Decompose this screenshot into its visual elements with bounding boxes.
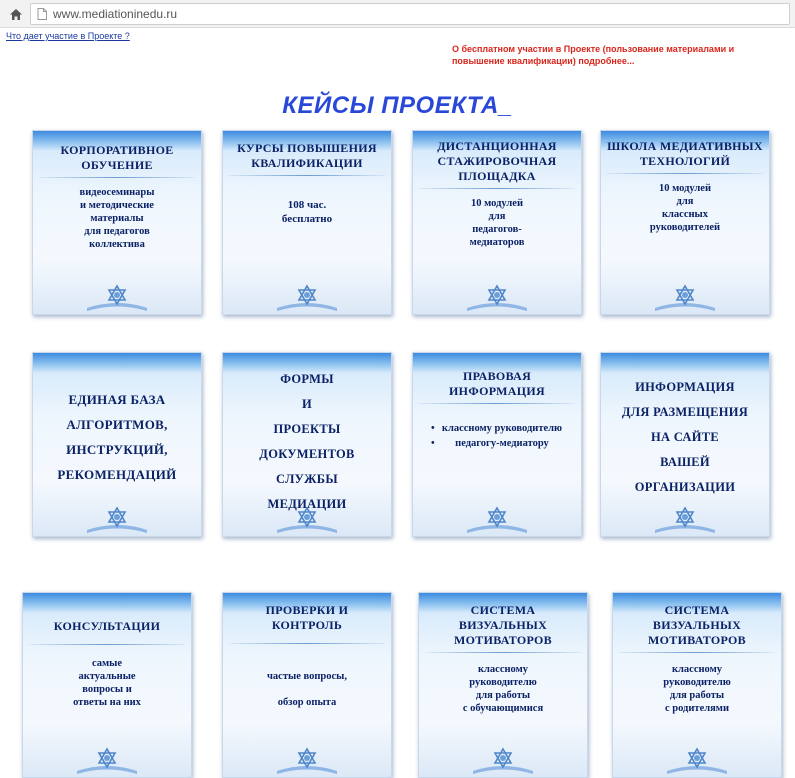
card-title: КОНСУЛЬТАЦИИ (53, 619, 161, 633)
book-emblem-icon (87, 284, 147, 311)
divider (425, 652, 581, 653)
card-text: частые вопросы, обзор опыта (267, 671, 347, 708)
book-emblem-icon (277, 284, 337, 311)
divider (229, 175, 385, 176)
card-title: ДИСТАНЦИОННАЯ СТАЖИРОВОЧНАЯ ПЛОЩАДКА (437, 139, 557, 183)
divider (419, 188, 575, 189)
card-corporate-training[interactable]: КОРПОРАТИВНОЕ ОБУЧЕНИЕ видеосеминары и ме… (32, 130, 202, 315)
card-distance-internship[interactable]: ДИСТАНЦИОННАЯ СТАЖИРОВОЧНАЯ ПЛОЩАДКА 10 … (412, 130, 582, 315)
list-item: педагогу-медиатору (431, 437, 563, 450)
book-emblem-icon (655, 506, 715, 533)
book-emblem-icon (655, 284, 715, 311)
participation-link[interactable]: Что дает участие в Проекте ? (6, 31, 130, 41)
card-text: 10 модулей для педагогов-медиаторов (469, 198, 525, 248)
card-title: ПРАВОВАЯ ИНФОРМАЦИЯ (449, 369, 545, 398)
card-text: классному руководителю для работы с родител… (663, 664, 731, 714)
card-text: видеосеминары и методические материалы для … (79, 187, 155, 250)
card-title: КОРПОРАТИВНОЕ ОБУЧЕНИЕ (60, 143, 174, 172)
card-algorithms-database[interactable]: ЕДИНАЯ БАЗА АЛГОРИТМОВ, ИНСТРУКЦИЙ, РЕКОМЕН… (32, 352, 202, 537)
url-input[interactable]: www.mediationinedu.ru (30, 3, 790, 25)
page-title: КЕЙСЫ ПРОЕКТА_ (282, 92, 513, 119)
card-text: классному руководителю для работы с обучающ… (462, 664, 544, 714)
divider (39, 177, 195, 178)
url-text: www.mediationinedu.ru (53, 7, 178, 21)
book-emblem-icon (87, 506, 147, 533)
card-qualification-courses[interactable]: КУРСЫ ПОВЫШЕНИЯ КВАЛИФИКАЦИИ 108 час. бес… (222, 130, 392, 315)
card-document-forms[interactable]: ФОРМЫ И ПРОЕКТЫ ДОКУМЕНТОВ СЛУЖБЫ МЕДИАЦИИ (222, 352, 392, 537)
participation-notice-link[interactable]: О бесплатном участии в Проекте (пользова… (452, 43, 787, 67)
card-text: 10 модулей для классных руководителей (649, 183, 721, 233)
book-emblem-icon (667, 747, 727, 774)
card-title: ПРОВЕРКИ И КОНТРОЛЬ (265, 603, 349, 632)
card-text: самые актуальные вопросы и ответы на них (73, 658, 141, 708)
card-title: КУРСЫ ПОВЫШЕНИЯ КВАЛИФИКАЦИИ (237, 141, 377, 170)
book-emblem-icon (467, 284, 527, 311)
card-consultations[interactable]: КОНСУЛЬТАЦИИ самые актуальные вопросы и отв… (22, 592, 192, 778)
book-emblem-icon (473, 747, 533, 774)
list-item: классному руководителю (431, 422, 563, 435)
book-emblem-icon (77, 747, 137, 774)
card-text: ЕДИНАЯ БАЗА АЛГОРИТМОВ, ИНСТРУКЦИЙ, РЕКОМЕН… (57, 392, 177, 482)
divider (607, 173, 763, 174)
card-site-information[interactable]: ИНФОРМАЦИЯ ДЛЯ РАЗМЕЩЕНИЯ НА САЙТЕ ВАШЕЙ ОРГ… (600, 352, 770, 537)
divider (419, 403, 575, 404)
browser-address-bar: www.mediationinedu.ru (0, 0, 795, 28)
card-legal-info[interactable]: ПРАВОВАЯ ИНФОРМАЦИЯ классному руководите… (412, 352, 582, 537)
divider (619, 652, 775, 653)
book-emblem-icon (277, 747, 337, 774)
divider (29, 644, 185, 645)
card-title: СИСТЕМА ВИЗУАЛЬНЫХ МОТИВАТОРОВ (648, 603, 746, 647)
card-text: ФОРМЫ И ПРОЕКТЫ ДОКУМЕНТОВ СЛУЖБЫ МЕДИАЦИИ (259, 372, 355, 511)
card-motivators-parents[interactable]: СИСТЕМА ВИЗУАЛЬНЫХ МОТИВАТОРОВ классному… (612, 592, 782, 778)
card-motivators-students[interactable]: СИСТЕМА ВИЗУАЛЬНЫХ МОТИВАТОРОВ классному… (418, 592, 588, 778)
card-bullets: классному руководителю педагогу-медиатор… (413, 422, 581, 450)
card-text: 108 час. бесплатно (281, 199, 333, 225)
card-title: СИСТЕМА ВИЗУАЛЬНЫХ МОТИВАТОРОВ (454, 603, 552, 647)
page-icon (37, 8, 47, 20)
home-icon[interactable] (8, 7, 24, 21)
card-text: ИНФОРМАЦИЯ ДЛЯ РАЗМЕЩЕНИЯ НА САЙТЕ ВАШЕЙ ОРГ… (621, 380, 749, 494)
divider (229, 643, 385, 644)
card-mediation-school[interactable]: ШКОЛА МЕДИАТИВНЫХ ТЕХНОЛОГИЙ 10 модулей д… (600, 130, 770, 315)
card-inspections[interactable]: ПРОВЕРКИ И КОНТРОЛЬ частые вопросы, обзор… (222, 592, 392, 778)
card-title: ШКОЛА МЕДИАТИВНЫХ ТЕХНОЛОГИЙ (607, 139, 763, 168)
book-emblem-icon (467, 506, 527, 533)
